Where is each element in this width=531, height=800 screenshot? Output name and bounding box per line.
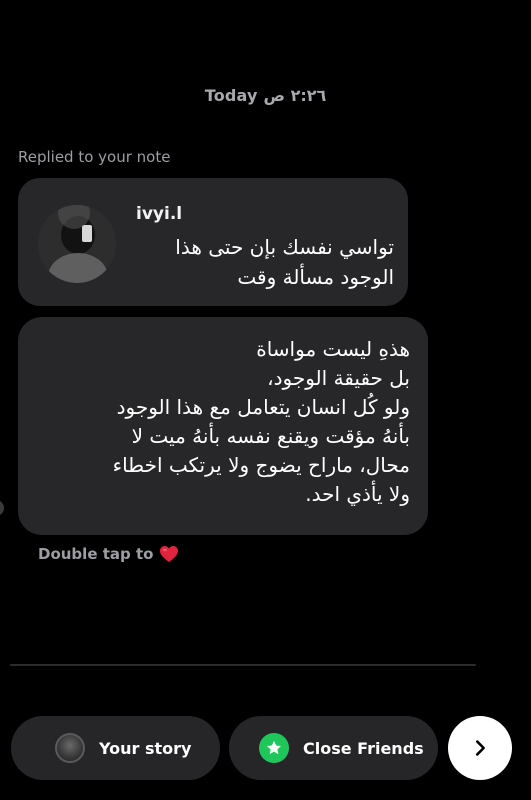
message-line: بل حقيقة الوجود، — [267, 366, 410, 390]
close-friends-button[interactable]: Close Friends — [229, 716, 438, 780]
double-tap-text: Double tap to — [38, 545, 154, 563]
timestamp: Today ٢:٢٦ ص — [204, 86, 327, 105]
heart-icon[interactable] — [159, 545, 179, 563]
avatar-photo — [38, 205, 116, 283]
close-friends-icon — [259, 733, 289, 763]
message-text: هذهِ ليست مواساة بل حقيقة الوجود، ولو كُ… — [36, 335, 410, 509]
replied-to-note-label: Replied to your note — [18, 148, 171, 166]
note-text: تواسي نفسك بإن حتى هذا الوجود مسألة وقت — [175, 235, 394, 289]
message-line: محال، ماراح يضوج ولا يرتكب اخطاء — [112, 453, 410, 477]
divider — [10, 664, 476, 666]
message-line: بأنهُ مؤقت ويقنع نفسه بأنهُ ميت لا — [131, 424, 410, 448]
your-story-button[interactable]: Your story — [11, 716, 220, 780]
your-story-label: Your story — [99, 738, 192, 758]
message-bubble[interactable]: هذهِ ليست مواساة بل حقيقة الوجود، ولو كُ… — [18, 317, 428, 535]
note-bubble[interactable]: ivyi.l تواسي نفسك بإن حتى هذا الوجود مسأ… — [18, 178, 408, 306]
star-icon — [266, 740, 282, 755]
double-tap-hint: Double tap to — [38, 545, 179, 563]
next-button[interactable] — [448, 716, 512, 780]
close-friends-label: Close Friends — [303, 738, 424, 758]
note-avatar[interactable] — [38, 205, 116, 283]
message-line: هذهِ ليست مواساة — [256, 337, 410, 361]
note-username[interactable]: ivyi.l — [136, 204, 182, 224]
message-line: ولا يأذي احد. — [305, 482, 410, 506]
message-line: ولو كُل انسان يتعامل مع هذا الوجود — [116, 395, 410, 419]
story-avatar — [55, 733, 85, 763]
chevron-right-icon — [475, 740, 485, 756]
edge-indicator — [0, 500, 4, 516]
